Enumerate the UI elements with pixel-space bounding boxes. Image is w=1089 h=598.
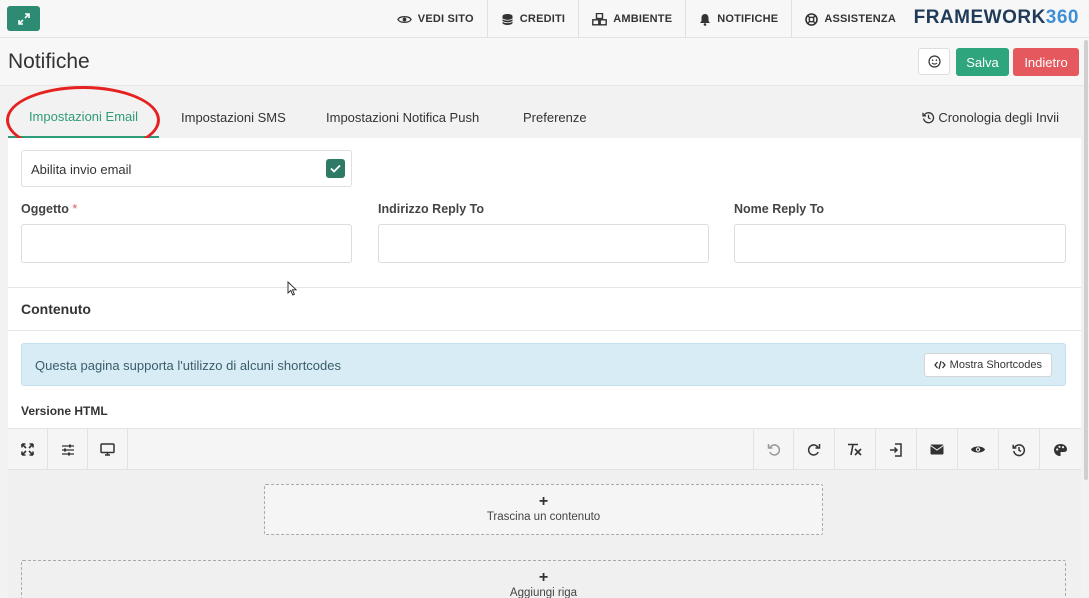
section-divider [8,287,1081,288]
fullscreen-button[interactable] [8,429,48,470]
reply-to-name-input[interactable] [734,224,1066,263]
nav-ambiente[interactable]: AMBIENTE [579,0,685,38]
envelope-icon [929,444,944,455]
import-file-icon [889,442,902,457]
editor-toolbar [8,428,1081,470]
brand-logo[interactable]: FRAMEWORK360 [914,7,1079,29]
desktop-icon [100,443,115,456]
nav-label: VEDI SITO [417,13,474,25]
emoji-button[interactable] [918,48,950,75]
shortcodes-info-text: Questa pagina supporta l'utilizzo di alc… [35,358,341,373]
redo-button[interactable] [793,429,833,470]
nav-vedi-sito[interactable]: VEDI SITO [384,0,487,38]
subject-label: Oggetto * [21,202,77,216]
preview-button[interactable] [957,429,997,470]
smiley-icon [927,55,941,68]
top-navigation: VEDI SITO CREDITI AMBIENTE NOTIFICHE ASS… [384,0,909,38]
content-section-title: Contenuto [21,301,91,317]
redo-icon [807,444,820,456]
subject-label-text: Oggetto [21,202,69,216]
undo-button[interactable] [753,429,793,470]
required-mark: * [72,202,78,216]
show-shortcodes-button[interactable]: Mostra Shortcodes [923,353,1052,377]
expand-arrows-icon [17,12,30,25]
history-button[interactable] [998,429,1038,470]
fullscreen-icon [21,443,34,456]
tab-email-settings[interactable]: Impostazioni Email [8,96,159,138]
drop-zone-label: Trascina un contenuto [486,511,601,523]
history-icon [1011,443,1025,456]
email-settings-panel: Abilita invio email Oggetto * Indirizzo … [8,138,1081,598]
eye-icon [396,15,412,23]
theme-palette-button[interactable] [1039,429,1081,470]
tab-sms-settings[interactable]: Impostazioni SMS [181,96,286,138]
content-drop-zone[interactable]: + Trascina un contenuto [264,484,823,535]
code-icon [933,360,946,370]
tab-push-settings[interactable]: Impostazioni Notifica Push [326,96,479,138]
reply-to-address-label: Indirizzo Reply To [378,202,485,216]
brand-number: 360 [1045,7,1079,28]
clear-format-icon [847,443,862,456]
brand-text: FRAMEWORK [913,7,1046,28]
tab-preferences[interactable]: Preferenze [523,96,587,138]
nav-label: CREDITI [519,13,566,25]
tab-send-history[interactable]: Cronologia degli Invii [922,96,1059,138]
import-button[interactable] [875,429,915,470]
add-row-label: Aggiungi riga [509,587,578,598]
html-version-label: Versione HTML [21,404,108,418]
reply-to-name-label: Nome Reply To [734,202,825,216]
enable-email-checkbox[interactable] [326,159,345,178]
settings-sliders-button[interactable] [48,429,88,470]
desktop-preview-button[interactable] [88,429,128,470]
nav-label: ASSISTENZA [824,13,896,25]
email-editor-canvas: + Trascina un contenuto + Aggiungi riga [8,470,1081,598]
clear-format-button[interactable] [834,429,874,470]
plus-icon: + [538,493,549,510]
nav-label: AMBIENTE [613,13,673,25]
expand-sidebar-button[interactable] [7,6,40,31]
eye-icon [970,446,985,453]
shortcodes-info-bar: Questa pagina supporta l'utilizzo di alc… [21,343,1066,386]
add-row-button[interactable]: + Aggiungi riga [21,560,1066,598]
section-divider [8,330,1081,331]
subject-input[interactable] [21,224,352,263]
top-bar: VEDI SITO CREDITI AMBIENTE NOTIFICHE ASS… [0,0,1089,38]
send-test-email-button[interactable] [916,429,956,470]
save-button[interactable]: Salva [956,48,1009,76]
coins-icon [502,13,513,25]
nav-crediti[interactable]: CREDITI [488,0,578,38]
cubes-icon [592,12,608,26]
page-title: Notifiche [8,50,90,73]
enable-email-label: Abilita invio email [31,162,132,177]
history-icon [922,111,935,123]
page-header: Notifiche Salva Indietro [0,38,1089,86]
enable-email-row[interactable]: Abilita invio email [21,150,352,187]
nav-notifiche[interactable]: NOTIFICHE [686,0,791,38]
bell-icon [700,13,711,26]
plus-icon: + [538,569,549,586]
show-shortcodes-label: Mostra Shortcodes [949,359,1042,371]
history-label: Cronologia degli Invii [938,109,1059,125]
palette-icon [1054,443,1067,456]
mouse-cursor-icon [287,281,297,296]
page-scrollbar[interactable] [1084,40,1088,480]
lifebuoy-icon [805,12,819,26]
reply-to-address-input[interactable] [378,224,709,263]
nav-assistenza[interactable]: ASSISTENZA [792,0,909,38]
back-button[interactable]: Indietro [1013,48,1079,76]
sliders-icon [61,444,74,455]
check-icon [330,164,341,173]
nav-label: NOTIFICHE [717,13,779,25]
settings-tabs: Impostazioni Email Impostazioni SMS Impo… [0,96,1089,138]
undo-icon [767,444,780,456]
